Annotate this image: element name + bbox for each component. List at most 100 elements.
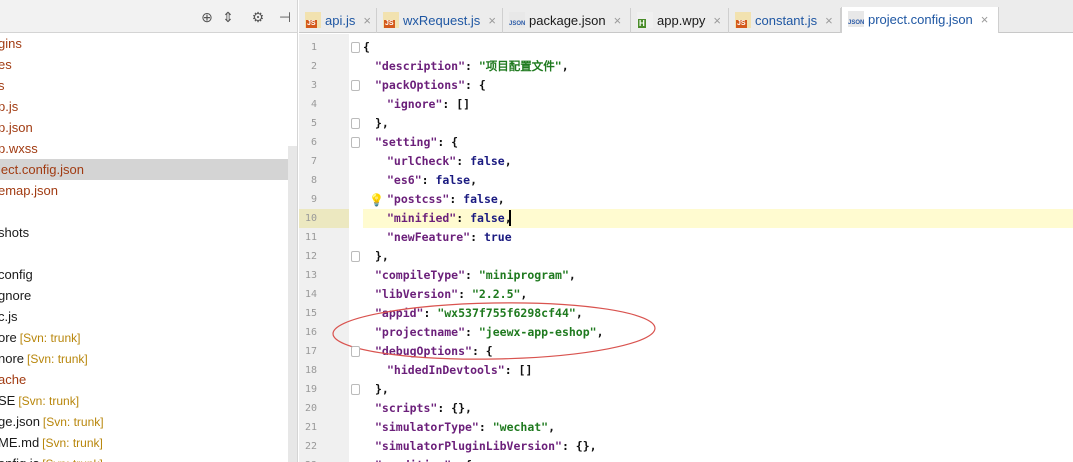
file-tree-list: gins es s p.js p.json p.wxss ject.config.json e… [0, 33, 297, 462]
code-token: : [456, 211, 471, 225]
tree-scrollbar[interactable] [288, 146, 297, 462]
code-token: : [] [442, 97, 471, 111]
tab-api-js[interactable]: api.js × [299, 8, 377, 33]
code-line: "packOptions": { [363, 76, 1073, 95]
code-line: "hidedInDevtools": [] [363, 361, 1073, 380]
code-line: "newFeature": true [363, 228, 1073, 247]
gear-icon[interactable]: ⚙ [250, 9, 266, 25]
lightbulb-icon[interactable]: 💡 [369, 193, 384, 207]
code-line: }, [363, 380, 1073, 399]
tree-item[interactable]: shots [0, 222, 297, 243]
line-number: 1 [310, 42, 317, 53]
code-line: "simulatorPluginLibVersion": {}, [363, 437, 1073, 456]
tree-item-label: gnore [0, 288, 32, 303]
code-token: true [483, 230, 512, 244]
pin-icon[interactable]: ⊣ [277, 9, 293, 25]
tree-item[interactable]: p.json [0, 117, 297, 138]
tree-item-label: emap.json [0, 183, 58, 198]
code-token: "newFeature" [387, 230, 471, 244]
tree-item[interactable]: config [0, 264, 297, 285]
line-number: 4 [310, 99, 317, 110]
tree-item[interactable]: onfig.js[Svn: trunk] [0, 453, 297, 462]
code-token: : {}, [561, 439, 597, 453]
fold-column [349, 34, 363, 462]
editor-tab-bar: api.js×wxRequest.js×package.json×app.wpy… [299, 0, 1073, 33]
tree-item-label: ge.json [0, 414, 40, 429]
text-caret [509, 210, 511, 226]
tree-item[interactable]: ME.md [Svn: trunk] [0, 432, 297, 453]
tab-constant-js[interactable]: constant.js × [729, 8, 841, 33]
code-token: : { [437, 135, 459, 149]
tree-item[interactable]: ore[Svn: trunk] [0, 327, 297, 348]
fold-marker-icon[interactable] [351, 346, 360, 357]
code-token: : [423, 306, 438, 320]
tree-item[interactable]: nore [Svn: trunk] [0, 348, 297, 369]
close-icon[interactable]: × [614, 13, 622, 28]
wpy-file-icon [637, 12, 653, 28]
tree-item-label: config [0, 267, 33, 282]
tree-item[interactable]: SE[Svn: trunk] [0, 390, 297, 411]
code-token: false [470, 154, 505, 168]
tree-item[interactable] [0, 201, 297, 222]
svn-status-label: [Svn: trunk] [42, 415, 104, 429]
code-token: "setting" [375, 135, 438, 149]
svn-status-label: [Svn: trunk] [19, 331, 81, 345]
close-icon[interactable]: × [713, 13, 721, 28]
code-token: "miniprogram" [478, 268, 569, 282]
collapse-icon[interactable]: ⇕ [220, 9, 236, 25]
close-icon[interactable]: × [363, 13, 371, 28]
code-token: , [497, 192, 505, 206]
code-line: { [363, 38, 1073, 57]
code-line: "setting": { [363, 133, 1073, 152]
fold-marker-icon[interactable] [351, 118, 360, 129]
close-icon[interactable]: × [825, 13, 833, 28]
tree-item[interactable]: gins [0, 33, 297, 54]
tree-item-label: onfig.js [0, 453, 39, 462]
tree-item[interactable]: ache [0, 369, 297, 390]
fold-marker-icon[interactable] [351, 384, 360, 395]
tree-item-label: ache [0, 372, 27, 387]
fold-marker-icon[interactable] [351, 137, 360, 148]
close-icon[interactable]: × [488, 13, 496, 28]
close-icon[interactable]: × [981, 12, 989, 27]
target-icon[interactable]: ⊕ [199, 9, 215, 25]
tab-label: api.js [325, 13, 356, 28]
code-token: false [470, 211, 505, 225]
code-line: "libVersion": "2.2.5", [363, 285, 1073, 304]
tab-project-config-json[interactable]: project.config.json × [841, 7, 999, 33]
tab-wxrequest-js[interactable]: wxRequest.js × [377, 8, 503, 33]
svn-status-label: [Svn: trunk] [18, 394, 80, 408]
tree-item[interactable]: es [0, 54, 297, 75]
tree-item-label: ore [0, 330, 17, 345]
code-token: : [470, 230, 484, 244]
code-token: "ignore" [387, 97, 443, 111]
code-token: : [478, 420, 493, 434]
tree-item[interactable]: s [0, 75, 297, 96]
tab-label: package.json [529, 13, 606, 28]
line-number: 13 [304, 270, 317, 281]
tree-item[interactable]: emap.json [0, 180, 297, 201]
code-token: : [458, 287, 472, 301]
tree-item[interactable]: ject.config.json [0, 159, 297, 180]
line-number: 23 [299, 456, 317, 462]
fold-marker-icon[interactable] [351, 251, 360, 262]
tree-item[interactable] [0, 243, 297, 264]
code-token: : { [471, 344, 493, 358]
code-token: : { [465, 78, 486, 92]
tree-item-label: c.js [0, 309, 18, 324]
tab-app-wpy[interactable]: app.wpy × [631, 8, 729, 33]
svn-status-label: [Svn: trunk] [42, 436, 103, 450]
tab-package-json[interactable]: package.json × [503, 8, 631, 33]
tree-item[interactable]: c.js [0, 306, 297, 327]
fold-marker-icon[interactable] [351, 42, 360, 53]
tree-item[interactable]: p.wxss [0, 138, 297, 159]
code-editor[interactable]: {"description": "项目配置文件", "packOptions": … [363, 38, 1073, 462]
code-token: "jeewx-app-eshop" [478, 325, 597, 339]
tree-item[interactable]: gnore [0, 285, 297, 306]
code-token: , [520, 287, 528, 301]
fold-marker-icon[interactable] [351, 80, 360, 91]
tree-item[interactable]: p.js [0, 96, 297, 117]
line-number: 8 [310, 175, 317, 186]
tab-label: wxRequest.js [403, 13, 481, 28]
tree-item[interactable]: ge.json [Svn: trunk] [0, 411, 297, 432]
